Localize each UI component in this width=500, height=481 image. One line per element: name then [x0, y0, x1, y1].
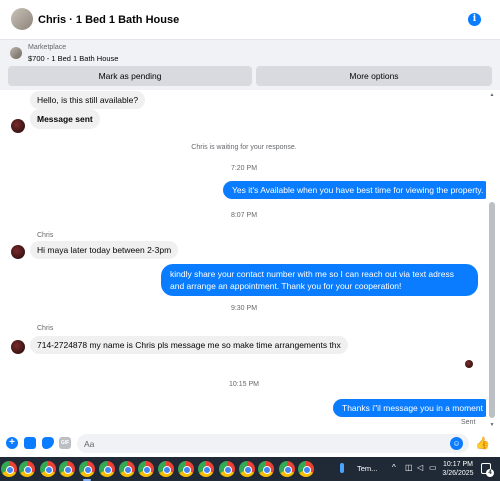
chrome-taskbar-icon[interactable] [258, 461, 274, 477]
thumbs-up-icon[interactable]: 👍 [475, 437, 490, 450]
chrome-taskbar-icon[interactable] [198, 461, 214, 477]
listing-title[interactable]: $700 - 1 Bed 1 Bath House [28, 54, 118, 63]
chrome-taskbar-icon[interactable] [138, 461, 154, 477]
chrome-taskbar-icon[interactable] [178, 461, 194, 477]
speaker-icon[interactable]: ◁ [417, 463, 423, 472]
chrome-taskbar-icon[interactable] [119, 461, 135, 477]
incoming-message: 714-2724878 my name is Chris pls message… [30, 336, 348, 354]
chrome-taskbar-icon[interactable] [99, 461, 115, 477]
mark-as-pending-button[interactable]: Mark as pending [8, 66, 252, 86]
sender-name: Chris [37, 325, 54, 332]
notification-count-badge: 4 [486, 469, 494, 477]
chrome-taskbar-icon[interactable] [1, 461, 17, 477]
sticker-icon[interactable] [42, 437, 54, 449]
chrome-taskbar-icon[interactable] [40, 461, 56, 477]
outgoing-message: kindly share your contact number with me… [161, 264, 478, 296]
scroll-up-arrow-icon[interactable]: ▲ [488, 92, 496, 98]
sender-name: Chris [37, 232, 54, 239]
message-input-wrapper: ☺ [77, 434, 469, 453]
sent-status: Sent [461, 419, 476, 426]
chrome-taskbar-icon[interactable] [298, 461, 314, 477]
sender-avatar[interactable] [11, 340, 25, 354]
image-icon[interactable] [24, 437, 36, 449]
timestamp: 9:30 PM [230, 305, 258, 312]
chrome-taskbar-icon[interactable] [59, 461, 75, 477]
clock-time: 10:17 PM [443, 461, 473, 468]
gif-icon[interactable]: GIF [59, 437, 71, 449]
system-clock[interactable]: 10:17 PM 3/26/2025 [437, 460, 479, 478]
emoji-icon[interactable]: ☺ [450, 437, 463, 450]
sender-avatar[interactable] [11, 119, 25, 133]
weather-widget-label[interactable]: Tem... [357, 464, 377, 473]
incoming-message: Hello, is this still available? [30, 91, 146, 109]
thermometer-icon[interactable] [338, 463, 346, 475]
chrome-taskbar-icon[interactable] [19, 461, 35, 477]
conversation-title[interactable]: Chris · 1 Bed 1 Bath House [38, 14, 179, 26]
chrome-taskbar-icon[interactable] [158, 461, 174, 477]
marketplace-banner: Marketplace $700 - 1 Bed 1 Bath House Ma… [0, 40, 500, 90]
windows-taskbar: Tem... ^ ◫ ◁ ▭ 10:17 PM 3/26/2025 4 [0, 457, 500, 481]
chrome-taskbar-icon[interactable] [239, 461, 255, 477]
plus-icon[interactable]: + [6, 437, 18, 449]
message-thread: Hello, is this still available? Message … [0, 90, 486, 430]
timestamp: 7:20 PM [230, 165, 258, 172]
sender-avatar[interactable] [11, 245, 25, 259]
timestamp: 8:07 PM [230, 212, 258, 219]
scroll-down-arrow-icon[interactable]: ▼ [488, 422, 496, 428]
network-icon[interactable]: ◫ [405, 463, 413, 472]
battery-icon[interactable]: ▭ [429, 463, 437, 472]
more-options-button[interactable]: More options [256, 66, 492, 86]
message-sent-card: Message sent [30, 109, 100, 129]
timestamp: 10:15 PM [229, 381, 259, 388]
chrome-taskbar-icon[interactable] [279, 461, 295, 477]
waiting-notice: Chris is waiting for your response. [191, 144, 297, 151]
chat-scrollbar[interactable]: ▲ ▼ [488, 92, 496, 428]
outgoing-message: Yes it's Available when you have best ti… [223, 181, 486, 199]
notification-icon[interactable]: 4 [481, 463, 494, 477]
conversation-header: Chris · 1 Bed 1 Bath House i [0, 0, 500, 40]
scrollbar-thumb[interactable] [489, 202, 495, 418]
read-receipt-avatar [465, 360, 473, 368]
message-input[interactable] [77, 434, 437, 453]
contact-avatar[interactable] [11, 8, 33, 30]
clock-date: 3/26/2025 [442, 470, 474, 477]
chrome-taskbar-icon[interactable] [219, 461, 235, 477]
chevron-up-icon[interactable]: ^ [392, 463, 396, 472]
listing-thumbnail[interactable] [10, 47, 22, 59]
marketplace-label: Marketplace [28, 44, 67, 51]
info-icon[interactable]: i [468, 13, 481, 26]
chrome-taskbar-icon[interactable] [79, 461, 95, 481]
message-composer: + GIF ☺ 👍 [0, 430, 500, 457]
incoming-message: Hi maya later today between 2-3pm [30, 241, 179, 259]
outgoing-message: Thanks i"il message you in a moment [333, 399, 486, 417]
